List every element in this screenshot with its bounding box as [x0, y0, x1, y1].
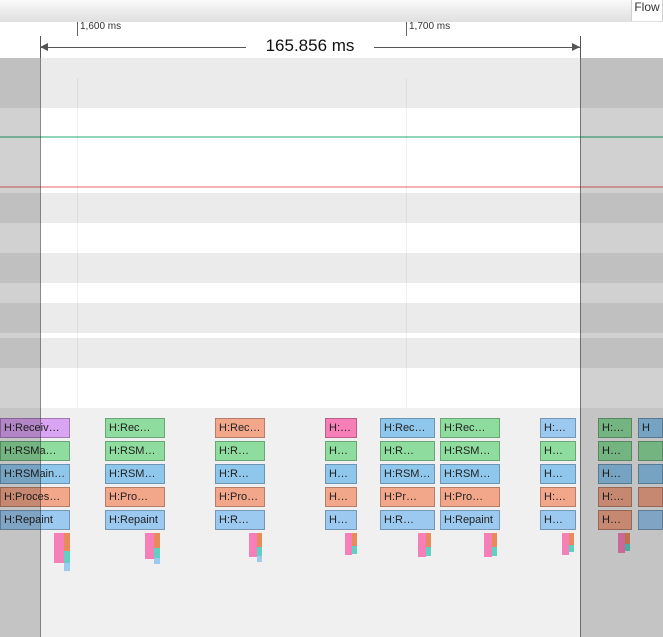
timeline-event[interactable]: H:R… [540, 418, 576, 438]
timeline-event[interactable]: H… [325, 464, 357, 484]
timeline-event[interactable]: H:R… [380, 441, 435, 461]
timeline-event[interactable]: H… [325, 510, 357, 530]
timeline-event[interactable]: H:P… [540, 487, 576, 507]
timeline-sub-bar[interactable] [64, 551, 70, 563]
timeline-event[interactable]: H:Pr… [380, 487, 435, 507]
timeline-event[interactable]: H… [598, 464, 632, 484]
timeline-sub-bar[interactable] [257, 556, 262, 562]
timeline-sub-bar[interactable] [418, 533, 426, 557]
timeline-event[interactable]: H:RSM… [380, 464, 435, 484]
timeline-sub-bar[interactable] [154, 533, 160, 548]
track-row [0, 78, 663, 108]
timeline-sub-bar[interactable] [562, 533, 569, 555]
selection-duration-label: 165.856 ms [250, 36, 370, 58]
track-row [0, 108, 663, 138]
timeline-event[interactable]: H:Repaint [105, 510, 165, 530]
timeline-sub-bar[interactable] [145, 533, 154, 559]
timeline-sub-bar[interactable] [484, 533, 492, 557]
section-gap [0, 58, 663, 78]
timeline-event[interactable]: H:R… [215, 464, 265, 484]
arrowhead-right-icon [572, 43, 580, 51]
timeline-event[interactable] [638, 510, 663, 530]
timeline-event[interactable]: H:Rec… [215, 418, 265, 438]
timeline-sub-bar[interactable] [618, 533, 625, 553]
timeline-event[interactable]: H… [540, 510, 576, 530]
timeline-sub-bar[interactable] [625, 544, 630, 551]
timeline-sub-bar[interactable] [257, 547, 262, 556]
timeline-sub-bar[interactable] [154, 548, 160, 558]
timeline-event[interactable]: H:Proces… [0, 487, 70, 507]
timeline-sub-bar[interactable] [54, 533, 64, 563]
timeline-sub-bar[interactable] [625, 533, 630, 544]
timeline-sub-bar[interactable] [64, 563, 70, 571]
timeline-event[interactable] [638, 487, 663, 507]
timeline-event[interactable]: H:RSMa… [0, 441, 70, 461]
timeline-event[interactable]: H:R… [215, 510, 265, 530]
timeline-sub-bar[interactable] [492, 547, 497, 556]
flow-tab-button[interactable]: Flow [631, 0, 663, 21]
timeline-event[interactable]: H:Receiv… [0, 418, 70, 438]
timeline-event[interactable]: H:R… [215, 441, 265, 461]
timeline-sub-bar[interactable] [64, 533, 70, 551]
timeline-sub-bar[interactable] [426, 533, 431, 547]
arrowhead-left-icon [40, 43, 48, 51]
selection-end-marker[interactable] [580, 36, 581, 58]
timeline-events-panel[interactable]: H:Receiv… H:RSMa… H:RSMain… H:Proces… H:Repa… [0, 408, 663, 637]
timeline-event[interactable]: H… [540, 464, 576, 484]
timeline-event[interactable]: H… [598, 441, 632, 461]
timeline-sub-bar[interactable] [249, 533, 257, 557]
timeline-event[interactable]: H:Rec… [380, 418, 435, 438]
timeline-event[interactable]: H:Pro… [440, 487, 500, 507]
timeline-event[interactable]: H:RSMa… [440, 441, 500, 461]
track-row [0, 338, 663, 368]
timeline-sub-bar[interactable] [492, 533, 497, 547]
timeline-event[interactable]: H:RSM… [440, 464, 500, 484]
timeline-event[interactable]: H:Repaint [440, 510, 500, 530]
track-row [0, 193, 663, 223]
selection-duration-bar[interactable]: 165.856 ms [0, 36, 663, 59]
timeline-sub-bar[interactable] [257, 533, 262, 547]
ruler-tick: 1,600 ms [77, 22, 121, 36]
track-row [0, 158, 663, 188]
timeline-event[interactable] [638, 464, 663, 484]
timeline-sub-bar[interactable] [569, 533, 574, 545]
track-row [0, 303, 663, 333]
tracks-panel[interactable] [0, 78, 663, 408]
timeline-event[interactable]: H… [540, 441, 576, 461]
timeline-event[interactable]: H:Repaint [0, 510, 70, 530]
timeline-event[interactable]: H:Rec… [440, 418, 500, 438]
toolbar: Flow [0, 0, 663, 23]
timeline-event[interactable]: H [638, 418, 663, 438]
timeline-event[interactable]: H:R… [380, 510, 435, 530]
timeline-event[interactable]: H:RSM… [105, 464, 165, 484]
timeline-sub-bar[interactable] [426, 547, 431, 556]
track-row [0, 253, 663, 283]
timeline-event[interactable]: H:RSMain… [0, 464, 70, 484]
timeline-sub-bar[interactable] [154, 558, 160, 564]
timeline-event[interactable]: H… [598, 510, 632, 530]
timeline-event[interactable]: H:Pro… [215, 487, 265, 507]
timeline-event[interactable]: H:R… [325, 418, 357, 438]
timeline-event[interactable]: H… [325, 487, 357, 507]
timeline-event[interactable]: H:Rec… [105, 418, 165, 438]
timeline-sub-bar[interactable] [352, 533, 357, 546]
timeline-event[interactable]: H:R… [598, 418, 632, 438]
timeline-event[interactable]: H… [325, 441, 357, 461]
timeline-sub-bar[interactable] [352, 546, 357, 554]
timeline-event[interactable]: H:P… [598, 487, 632, 507]
timeline-event[interactable]: H:Pro… [105, 487, 165, 507]
timeline-event[interactable] [638, 441, 663, 461]
time-ruler[interactable]: 1,600 ms 1,700 ms [0, 22, 663, 37]
timeline-event[interactable]: H:RSMa… [105, 441, 165, 461]
timeline-sub-bar[interactable] [345, 533, 352, 555]
timeline-sub-bar[interactable] [569, 545, 574, 552]
ruler-tick: 1,700 ms [406, 22, 450, 36]
